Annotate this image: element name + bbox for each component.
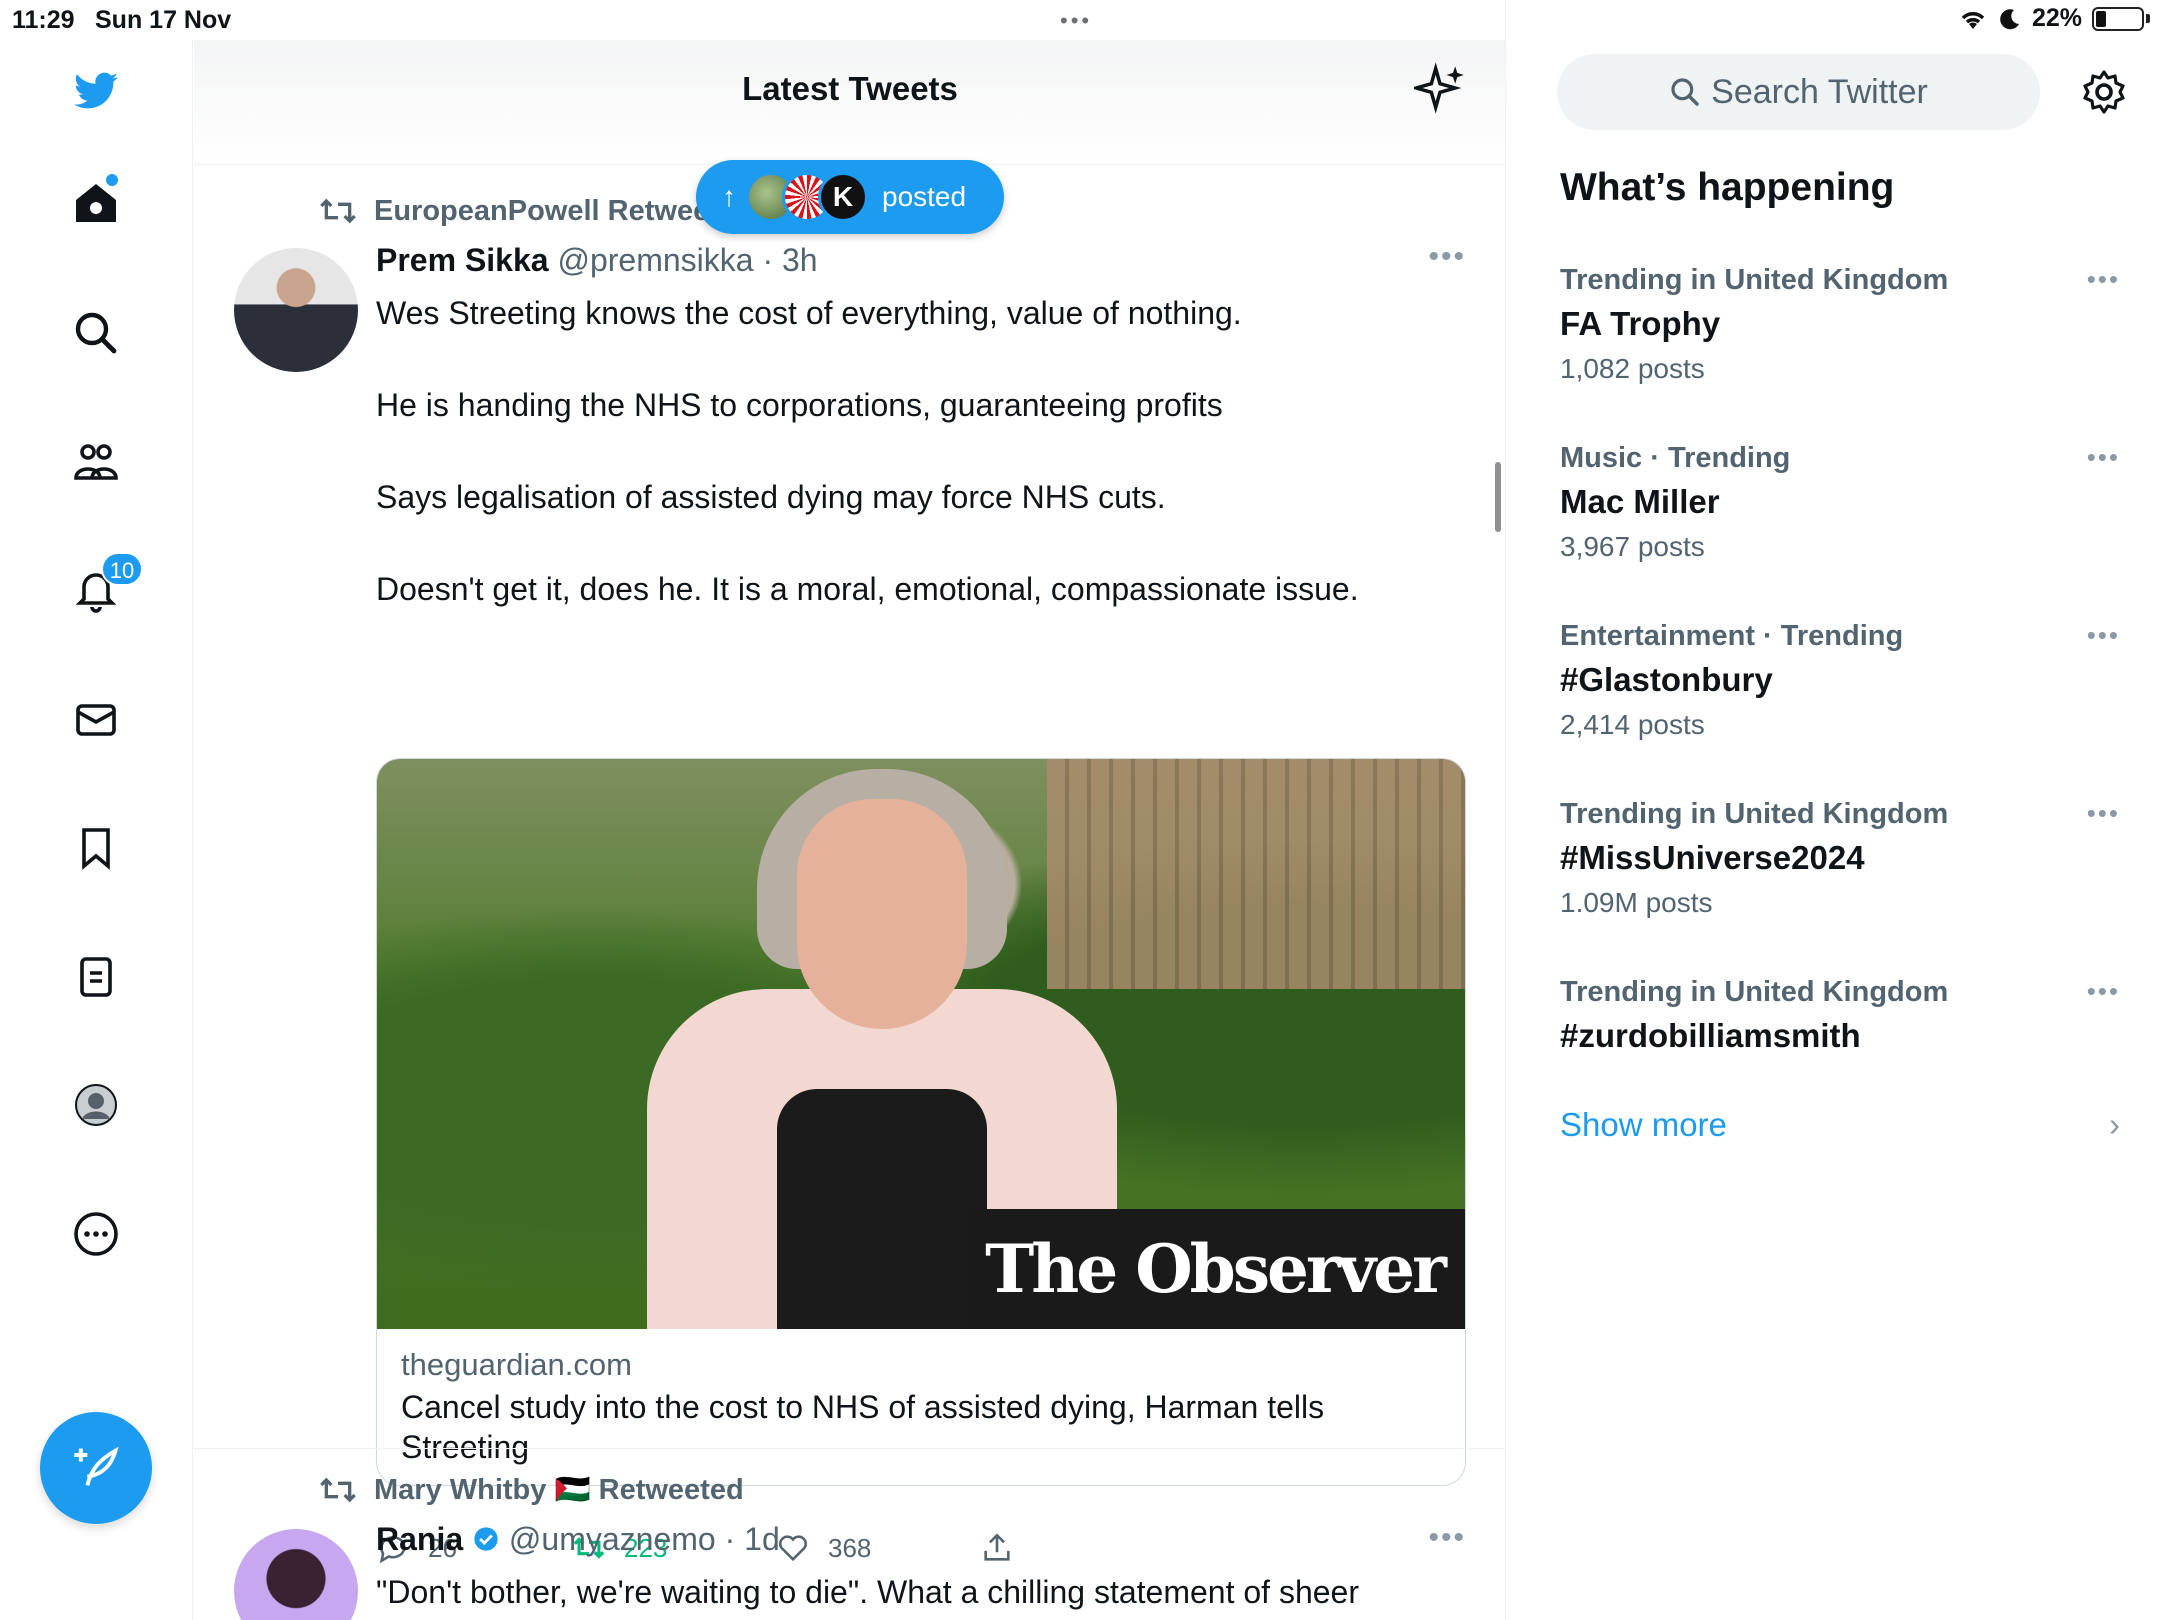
author-name[interactable]: Prem Sikka: [376, 242, 549, 278]
more-icon[interactable]: •••: [2087, 442, 2120, 473]
pill-avatars: K: [746, 172, 868, 222]
right-sidebar: Search Twitter What’s happening Trending…: [1507, 40, 2160, 1620]
search-input[interactable]: Search Twitter: [1557, 54, 2040, 130]
retweet-context: EuropeanPowell Retweeted: [318, 194, 753, 228]
status-indicators: 22%: [1958, 4, 2150, 33]
mail-icon[interactable]: [68, 692, 124, 748]
battery-percent: 22%: [2031, 4, 2082, 32]
image-face: [797, 799, 967, 1029]
more-icon[interactable]: •••: [1428, 1521, 1466, 1555]
battery-icon: [2092, 6, 2144, 31]
link-card[interactable]: The Observer theguardian.com Cancel stud…: [376, 758, 1466, 1486]
bookmark-icon[interactable]: [68, 820, 124, 876]
trend-name: #zurdobilliamsmith: [1560, 1017, 1861, 1054]
trend-name: #Glastonbury: [1560, 661, 1773, 698]
tweet-paragraph: "Don't bother, we're waiting to die". Wh…: [376, 1574, 1359, 1610]
background-building: [1047, 759, 1465, 989]
trend-name: FA Trophy: [1560, 305, 1721, 342]
moon-icon: [2000, 8, 2019, 29]
search-icon[interactable]: [68, 305, 124, 361]
tweet-text: "Don't bother, we're waiting to die". Wh…: [376, 1569, 1466, 1615]
twitter-bird-icon[interactable]: [68, 62, 124, 118]
tweet-paragraph: Wes Streeting knows the cost of everythi…: [376, 295, 1242, 331]
avatar[interactable]: [234, 1529, 358, 1620]
trend-category: Trending in United Kingdom: [1560, 798, 1949, 830]
observer-logo: The Observer: [962, 1209, 1465, 1329]
trend-count: 3,967 posts: [1560, 531, 1705, 562]
trend-count: 1,082 posts: [1560, 353, 1705, 384]
wifi-icon: [1961, 11, 1985, 29]
author-handle[interactable]: @premnsikka: [557, 242, 753, 278]
home-unread-dot: [106, 174, 118, 186]
retweeted-by: Mary Whitby 🇵🇸 Retweeted: [374, 1474, 744, 1506]
new-posts-pill[interactable]: ↑ K posted: [696, 160, 1004, 234]
trend-item[interactable]: Trending in United Kingdom FA Trophy 1,0…: [1560, 264, 2120, 385]
more-icon[interactable]: •••: [1428, 240, 1466, 274]
trend-category: Entertainment · Trending: [1560, 620, 1904, 652]
scrollbar[interactable]: [1495, 462, 1501, 532]
trend-count: 2,414 posts: [1560, 709, 1705, 740]
feather-plus-icon: [74, 1446, 119, 1486]
communities-icon[interactable]: [68, 434, 124, 490]
retweet-icon: [320, 198, 356, 224]
timeline: Latest Tweets ↑ K posted EuropeanPowell …: [194, 0, 1506, 1620]
status-time: 11:29: [12, 6, 75, 34]
trend-name: #MissUniverse2024: [1560, 839, 1865, 876]
compose-tweet-button[interactable]: [40, 1412, 152, 1524]
trend-category: Music · Trending: [1560, 442, 1791, 474]
tweet-text: Wes Streeting knows the cost of everythi…: [376, 290, 1466, 612]
more-icon[interactable]: •••: [2087, 620, 2120, 651]
more-icon[interactable]: •••: [2087, 976, 2120, 1007]
tweet-header: Prem Sikka @premnsikka · 3h: [376, 242, 818, 279]
more-options-icon[interactable]: [68, 1206, 124, 1262]
trend-item[interactable]: Music · Trending Mac Miller 3,967 posts …: [1560, 442, 2120, 563]
timeline-header: Latest Tweets: [194, 40, 1505, 165]
chevron-right-icon: ›: [2109, 1106, 2120, 1143]
whats-happening-heading: What’s happening: [1560, 166, 1895, 209]
pill-label: posted: [882, 181, 967, 212]
tweet-time[interactable]: · 3h: [762, 242, 817, 278]
gear-icon[interactable]: [2080, 68, 2128, 116]
tweet-header: Rania @umyaznemo · 1d: [376, 1521, 780, 1558]
link-domain: theguardian.com: [401, 1347, 632, 1382]
tweet-time[interactable]: · 1d: [725, 1521, 780, 1557]
lists-icon[interactable]: [68, 949, 124, 1005]
image-top: [777, 1089, 987, 1329]
tweet-paragraph: Says legalisation of assisted dying may …: [376, 479, 1166, 515]
more-icon[interactable]: •••: [2087, 798, 2120, 829]
profile-avatar-icon[interactable]: [68, 1077, 124, 1133]
search-placeholder: Search Twitter: [1711, 72, 1928, 111]
trend-item[interactable]: Entertainment · Trending #Glastonbury 2,…: [1560, 620, 2120, 741]
search-icon: [1671, 78, 1699, 106]
tweet-paragraph: He is handing the NHS to corporations, g…: [376, 387, 1223, 423]
sparkle-icon[interactable]: [1414, 62, 1466, 114]
verified-badge-icon: [474, 1527, 498, 1551]
show-more-label: Show more: [1560, 1106, 1727, 1143]
avatar[interactable]: [234, 248, 358, 372]
trend-count: 1.09M posts: [1560, 887, 1713, 918]
retweet-icon: [320, 1477, 356, 1503]
show-more-link[interactable]: Show more ›: [1560, 1106, 2120, 1144]
trend-category: Trending in United Kingdom: [1560, 976, 1949, 1008]
trend-name: Mac Miller: [1560, 483, 1720, 520]
tweet-paragraph: Doesn't get it, does he. It is a moral, …: [376, 571, 1359, 607]
retweet-context: Mary Whitby 🇵🇸 Retweeted: [318, 1473, 744, 1507]
link-card-image: The Observer: [377, 759, 1465, 1329]
arrow-up-icon: ↑: [722, 181, 736, 212]
more-icon[interactable]: •••: [2087, 264, 2120, 295]
avatar: K: [818, 172, 868, 222]
trend-item[interactable]: Trending in United Kingdom #MissUniverse…: [1560, 798, 2120, 919]
author-handle[interactable]: @umyaznemo: [509, 1521, 716, 1557]
tweet[interactable]: Mary Whitby 🇵🇸 Retweeted Rania @umyaznem…: [194, 1449, 1505, 1620]
page-title: Latest Tweets: [742, 70, 958, 107]
notifications-badge: 10: [101, 552, 143, 586]
trend-item[interactable]: Trending in United Kingdom #zurdobilliam…: [1560, 976, 2120, 1055]
battery-tip: [2146, 14, 2150, 23]
tweet[interactable]: EuropeanPowell Retweeted Prem Sikka @pre…: [194, 166, 1505, 1564]
trend-category: Trending in United Kingdom: [1560, 264, 1949, 296]
author-name[interactable]: Rania: [376, 1521, 463, 1557]
